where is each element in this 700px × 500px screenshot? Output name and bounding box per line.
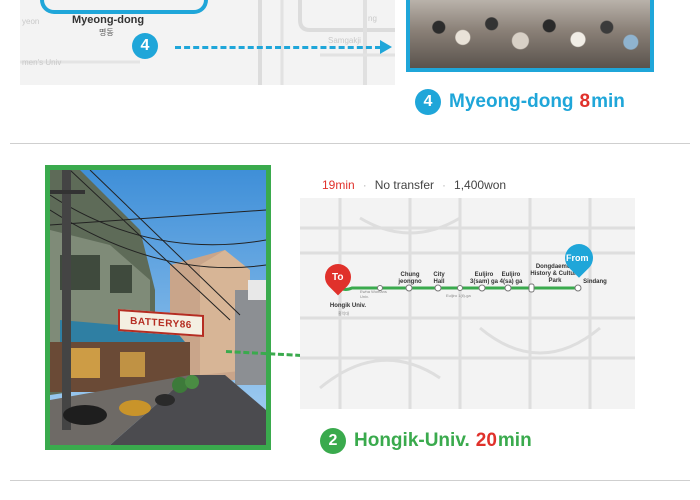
title-minutes: 20 <box>475 430 497 451</box>
street-scene-drawing <box>50 170 266 445</box>
street-photo-image: BATTERY86 <box>50 170 266 445</box>
title-station-name: Myeong-dong <box>449 91 574 112</box>
station-label: Ewha Womans Univ. <box>360 289 387 299</box>
line4-title-badge: 4 <box>415 89 441 115</box>
title-station-name: Hongik-Univ. <box>354 430 470 451</box>
title-minutes-unit: min <box>591 91 625 112</box>
line4-route-map: yeon men's Univ Samgakji ng Myeong-dong … <box>20 0 395 85</box>
station-label: City Hall <box>433 272 445 285</box>
station-label: Euljiro 3(sam) ga <box>470 272 499 285</box>
station-label-korean: 홍익대 <box>338 311 350 316</box>
station-name-myeongdong: Myeong-dong <box>72 14 145 26</box>
route-fare: 1,400won <box>454 178 507 192</box>
route-duration: 19min <box>322 178 355 192</box>
station-label: Sindang <box>583 279 607 285</box>
map-ghost-label: ng <box>368 14 377 23</box>
station-label: Euljiro 1(il)-ga <box>446 293 471 298</box>
arrow-head-icon <box>380 40 392 54</box>
crowd-photo-image <box>410 0 650 68</box>
separator-dot: · <box>362 178 367 192</box>
station-label: Euljiro 4(sa) ga <box>499 272 523 285</box>
route-summary-bar: 19min · No transfer · 1,400won <box>300 172 635 198</box>
line4-route-segment <box>40 0 208 14</box>
pin-label-from: From <box>566 253 589 263</box>
myeongdong-title: 4 Myeong-dong 8 min <box>415 89 625 115</box>
route-info-card: 19min · No transfer · 1,400won Hongik Un… <box>300 172 635 409</box>
pin-label-to: To <box>332 272 344 283</box>
dashed-arrow-line <box>175 46 381 49</box>
myeongdong-crowd-photo <box>406 0 654 72</box>
section-divider <box>10 143 690 144</box>
map-ghost-label: yeon <box>22 17 40 26</box>
section-divider <box>10 480 690 481</box>
line2-title-badge-number: 2 <box>328 432 338 449</box>
hongik-title: 2 Hongik-Univ. 20 min <box>320 428 532 454</box>
route-transfer: No transfer <box>374 178 435 192</box>
line4-badge-number: 4 <box>140 37 150 54</box>
station-name-korean: 명동 <box>99 28 114 37</box>
map-ghost-label: Samgakji <box>328 36 361 45</box>
station-label: Chung jeongno <box>398 272 422 285</box>
title-minutes: 8 <box>579 91 591 112</box>
line2-title-badge: 2 <box>320 428 346 454</box>
line4-badge: 4 <box>132 33 158 59</box>
line4-title-badge-number: 4 <box>423 93 433 110</box>
station-label: Hongik Univ. <box>329 303 367 309</box>
separator-dot: · <box>442 178 447 192</box>
map-ghost-label: men's Univ <box>22 58 62 67</box>
title-minutes-unit: min <box>497 430 532 451</box>
hongik-street-photo: BATTERY86 <box>45 165 271 450</box>
